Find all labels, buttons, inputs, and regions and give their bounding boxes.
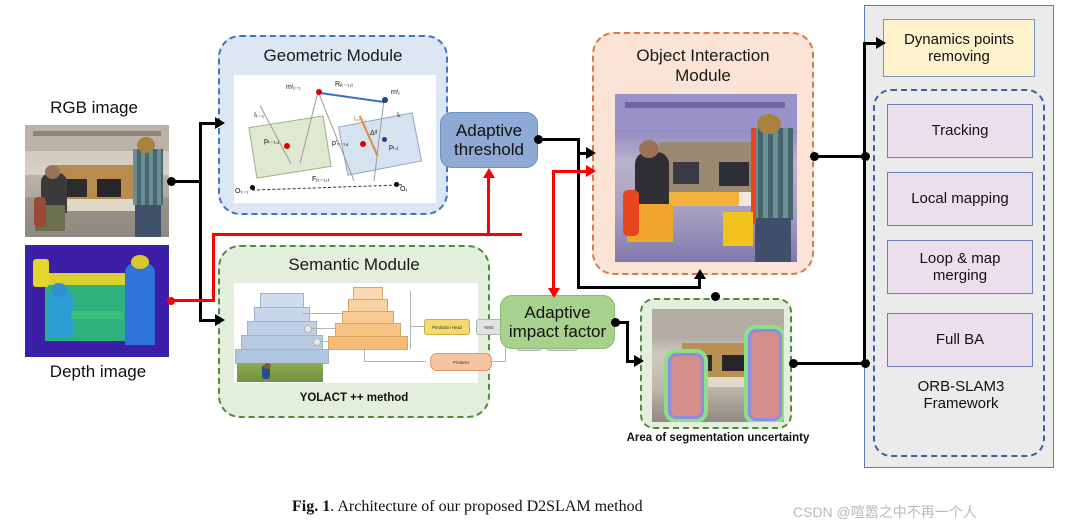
csdn-watermark: CSDN @喧嚣之中不再一个人 <box>793 504 977 520</box>
figure-caption-text: . Architecture of our proposed D2SLAM me… <box>330 498 643 515</box>
arrow-to-dynamics <box>876 37 886 49</box>
segmentation-uncertainty-module <box>640 298 792 429</box>
semantic-module-title: Semantic Module <box>288 255 420 274</box>
label-fundamental: Fⱼₜ₋₁,ₜ <box>312 176 330 183</box>
full-ba-box[interactable]: Full BA <box>887 313 1033 367</box>
object-interaction-result-image <box>615 94 797 262</box>
label-epiline: lₚₜ₋₁ <box>354 116 367 123</box>
dynamics-points-removing-box[interactable]: Dynamics points removing <box>883 19 1035 77</box>
geometric-diagram: mᵗⱼ₋₁ Rⱼₜ₋₁,ₜ mᵗⱼ Iₜ₋₁ Iₜ lₚₜ₋₁ pₜ₋₁,ⱼ p… <box>234 75 436 203</box>
backbone-level-c1 <box>235 349 329 364</box>
label-origin-prev: Oₜ₋₁ <box>235 188 249 195</box>
flow-oim-bottom-vert <box>698 278 701 289</box>
arrow-into-oim-bottom <box>694 269 706 279</box>
rotation-segment <box>319 92 384 103</box>
flow-threshold-vert <box>577 138 580 288</box>
adaptive-threshold-box[interactable]: Adaptive threshold <box>440 112 538 168</box>
orb-slam3-group: Tracking Local mapping Loop & map mergin… <box>873 89 1045 457</box>
label-point-prev: pₜ₋₁,ⱼ <box>264 138 280 145</box>
junction-rgb-split <box>167 177 176 186</box>
geometric-module-title: Geometric Module <box>263 46 403 65</box>
flow-threshold-out <box>538 138 580 141</box>
label-point-curr: pₜ,ⱼ <box>389 144 399 151</box>
label-m-prev: mᵗⱼ₋₁ <box>286 84 301 91</box>
arrow-to-semantic <box>215 314 225 326</box>
input-sample-image <box>237 363 323 382</box>
adaptive-impact-factor-box[interactable]: Adaptive impact factor <box>500 295 615 349</box>
flow-red-to-threshold-vert <box>487 177 490 235</box>
label-delta: Δᵈ <box>370 130 378 137</box>
fpn-level-p4 <box>335 323 401 337</box>
label-frame-prev: Iₜ₋₁ <box>254 112 265 119</box>
junction-seg-top <box>711 292 720 301</box>
flow-right-trunk <box>863 42 866 364</box>
label-frame-curr: Iₜ <box>397 112 402 119</box>
yolact-method-label: YOLACT ++ method <box>299 392 409 404</box>
orb-slam3-framework-label: ORB-SLAM3 Framework <box>917 378 1005 413</box>
segmentation-uncertainty-label: Area of segmentation uncertainty <box>626 432 810 444</box>
flow-impact-vert <box>626 321 629 363</box>
seg-person-left-mask <box>664 349 708 422</box>
local-mapping-box[interactable]: Local mapping <box>887 172 1033 226</box>
flow-red-right-vert <box>552 170 555 295</box>
yolact-architecture-diagram: Prediction Head Prediction Head NMS Prot… <box>234 283 578 383</box>
flow-rgb-trunk <box>199 122 202 322</box>
seg-person-right-mask <box>744 325 784 422</box>
arrow-to-geometric <box>215 117 225 129</box>
depth-image <box>25 245 169 357</box>
loop-map-merging-box[interactable]: Loop & map merging <box>887 240 1033 294</box>
object-interaction-module-title: Object Interaction Module <box>636 46 770 85</box>
flow-oim-right <box>814 155 866 158</box>
flow-seg-right <box>793 362 866 365</box>
backbone-level-c2 <box>241 335 323 350</box>
flow-red-to-oim <box>552 170 590 173</box>
figure-caption-number: Fig. 1 <box>292 498 331 515</box>
arrow-threshold-to-oim <box>586 147 596 159</box>
label-origin-curr: Oₜ <box>400 186 408 193</box>
flow-depth-top-horiz <box>212 233 522 236</box>
arrow-red-to-oim <box>586 165 596 177</box>
prediction-head-node: Prediction Head <box>424 319 470 335</box>
junction-right-trunk-lower <box>861 359 870 368</box>
nms-node: NMS <box>476 319 502 335</box>
backbone-level-c5 <box>260 293 304 308</box>
rgb-image <box>25 125 169 237</box>
flow-oim-bottom-horiz <box>577 286 701 289</box>
semantic-module: Semantic Module Prediction Head Predicti… <box>218 245 578 418</box>
arrow-impact-to-seg <box>634 355 644 367</box>
flow-depth-out <box>171 299 215 302</box>
geometric-module: Geometric Module mᵗⱼ₋₁ Rⱼₜ₋₁,ₜ mᵗⱼ Iₜ₋₁ … <box>218 35 448 215</box>
frame-prev-quad <box>248 115 332 179</box>
framework-panel: Dynamics points removing Tracking Local … <box>864 5 1054 468</box>
fpn-level-p3 <box>328 336 408 350</box>
arrow-red-to-threshold <box>483 168 495 178</box>
label-rotation: Rⱼₜ₋₁,ₜ <box>335 81 354 88</box>
label-m-curr: mᵗⱼ <box>391 89 400 96</box>
label-point-proj: p'ₜ₋₁,ⱼ <box>332 140 349 147</box>
arrow-red-to-impact <box>548 288 560 298</box>
segmentation-uncertainty-image <box>652 309 784 422</box>
protonet-node: Protonet <box>430 353 492 371</box>
depth-image-label: Depth image <box>49 362 147 381</box>
object-interaction-module: Object Interaction Module <box>592 32 814 275</box>
flow-depth-vert <box>212 233 215 302</box>
backbone-level-c4 <box>254 307 310 322</box>
figure-caption: Fig. 1. Architecture of our proposed D2S… <box>292 498 643 516</box>
tracking-box[interactable]: Tracking <box>887 104 1033 158</box>
rgb-image-label: RGB image <box>50 98 138 117</box>
